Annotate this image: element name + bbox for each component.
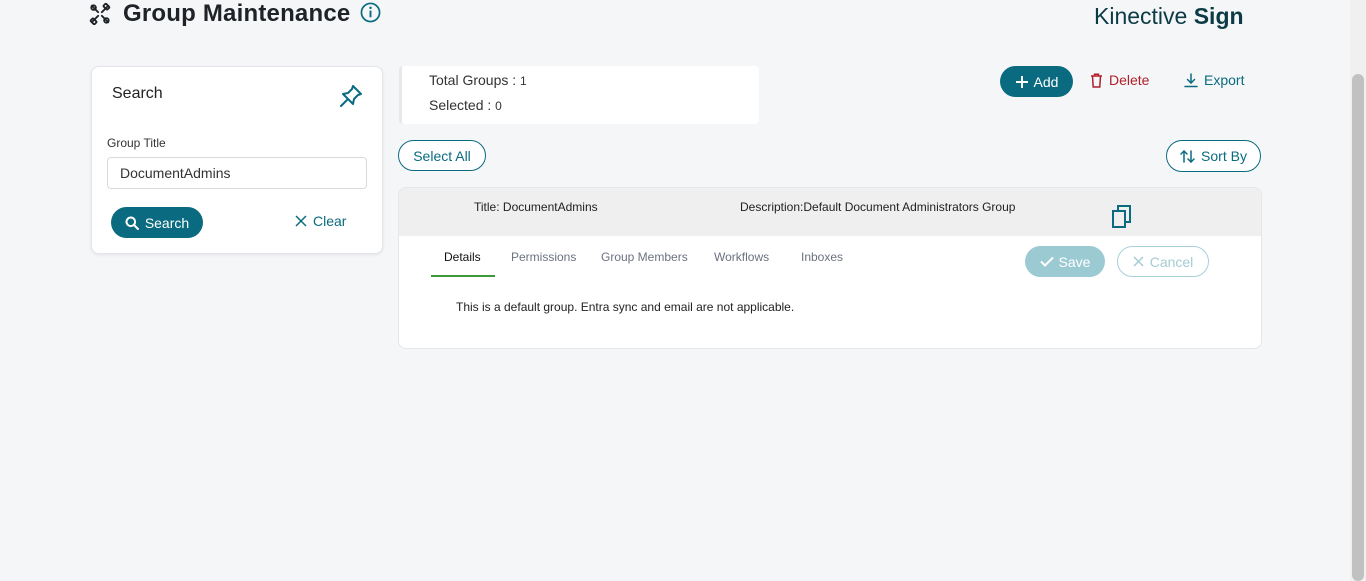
total-groups: Total Groups : 1 [429,72,527,88]
group-title-label: Title: [474,200,500,214]
search-button-label: Search [144,214,190,231]
group-stats: Total Groups : 1 Selected : 0 [399,66,759,124]
tab-workflows[interactable]: Workflows [714,250,769,264]
clear-button-label: Clear [313,213,347,229]
pin-icon[interactable] [338,83,364,109]
search-panel: Search Group Title Search Clear [91,66,383,254]
save-button[interactable]: Save [1025,246,1105,277]
cancel-button-label: Cancel [1149,253,1194,270]
tools-icon [89,3,111,25]
export-button[interactable]: Export [1184,72,1244,88]
sort-by-label: Sort By [1201,148,1247,164]
clear-button[interactable]: Clear [295,213,346,229]
group-description: Description:Default Document Administrat… [740,200,1015,214]
add-button-label: Add [1033,73,1059,90]
tab-group-members[interactable]: Group Members [601,250,688,264]
total-groups-label: Total Groups : [429,72,517,88]
group-title: Title: DocumentAdmins [474,200,598,214]
group-card-header[interactable]: Title: DocumentAdmins Description:Defaul… [399,188,1261,236]
delete-button[interactable]: Delete [1090,72,1149,88]
group-title-value: DocumentAdmins [502,200,598,214]
selected-value: 0 [495,99,502,113]
brand-logo: Kinective Sign [1094,3,1244,30]
add-button[interactable]: Add [1000,66,1073,97]
details-text: This is a default group. Entra sync and … [456,300,795,314]
group-description-label: Description: [740,200,804,214]
total-groups-value: 1 [520,74,527,88]
brand-product: Sign [1193,3,1244,29]
group-card: Title: DocumentAdmins Description:Defaul… [398,187,1262,349]
close-icon [1133,256,1144,267]
cancel-button[interactable]: Cancel [1117,246,1209,277]
close-icon [295,215,307,227]
info-icon[interactable] [360,2,381,23]
search-button[interactable]: Search [111,207,203,238]
tab-permissions[interactable]: Permissions [511,250,576,264]
group-description-value: Default Document Administrators Group [803,200,1016,214]
tab-inboxes[interactable]: Inboxes [801,250,843,264]
group-title-label: Group Title [107,136,166,150]
group-title-input[interactable] [107,157,367,189]
search-panel-title: Search [112,85,163,102]
select-all-button[interactable]: Select All [398,140,486,171]
brand-name: Kinective [1094,3,1188,29]
selected-count: Selected : 0 [429,97,502,113]
check-icon [1039,256,1054,267]
sort-icon [1180,149,1195,163]
scrollbar-thumb[interactable] [1352,74,1364,581]
selected-label: Selected : [429,97,492,113]
sort-by-button[interactable]: Sort By [1166,140,1261,172]
save-button-label: Save [1058,253,1091,270]
trash-icon [1091,72,1102,88]
download-icon [1184,72,1198,87]
page-title: Group Maintenance [123,0,351,27]
copy-icon[interactable] [1110,204,1134,228]
delete-button-label: Delete [1109,72,1150,88]
plus-icon [1015,75,1028,88]
active-tab-indicator [431,275,495,277]
search-icon [125,216,139,230]
export-button-label: Export [1204,72,1245,88]
tab-details[interactable]: Details [444,250,481,264]
